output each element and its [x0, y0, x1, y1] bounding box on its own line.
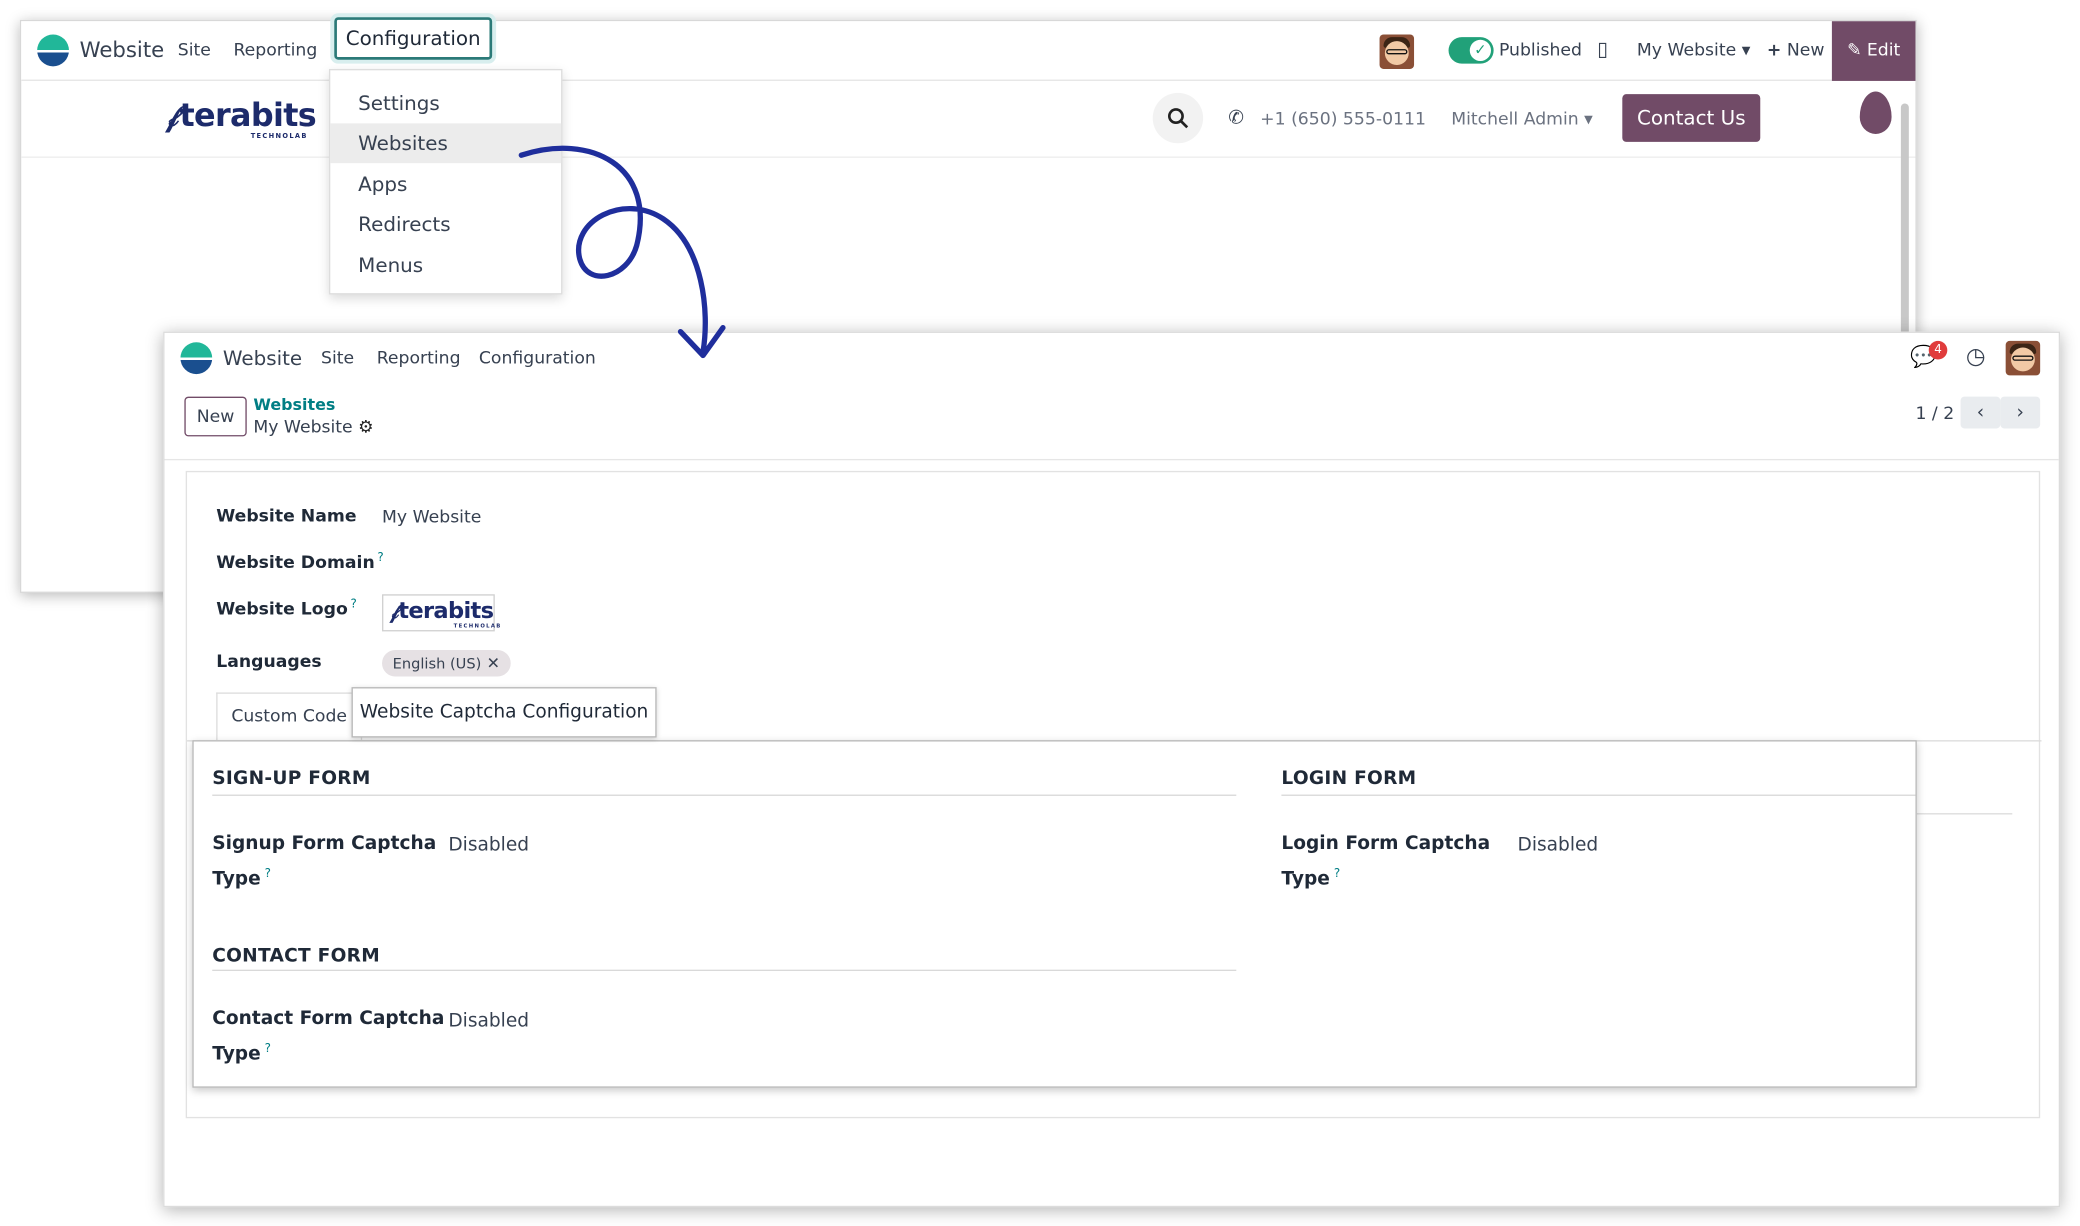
check-icon: ✓ [1469, 39, 1491, 62]
website-app-icon[interactable] [180, 342, 213, 375]
phone-number[interactable]: +1 (650) 555-0111 [1260, 110, 1426, 130]
login-captcha-label: Login Form Captcha Type? [1281, 833, 1491, 890]
help-tooltip-icon[interactable]: ? [377, 552, 383, 565]
theme-drop-icon[interactable] [1859, 91, 1892, 134]
user-menu[interactable]: Mitchell Admin ▾ [1451, 110, 1593, 130]
website-selector[interactable]: My Website ▾ [1637, 41, 1750, 61]
website-logo-field[interactable]: 𝒻terabits TECHNOLAB [382, 594, 502, 632]
help-tooltip-icon[interactable]: ? [350, 598, 356, 611]
app-brand[interactable]: Website [223, 346, 302, 370]
phone-icon: ✆ [1228, 107, 1244, 129]
top-navbar: Website Site Reporting ✓ Published ▯ My … [21, 21, 1916, 81]
login-form-section-title: LOGIN FORM [1281, 768, 1417, 790]
tab-website-captcha-configuration[interactable]: Website Captcha Configuration [351, 687, 657, 738]
menu-item-settings[interactable]: Settings [330, 84, 561, 124]
captcha-configuration-panel: SIGN-UP FORM Signup Form Captcha Type? D… [192, 740, 1917, 1088]
search-icon [1167, 108, 1189, 129]
divider [212, 794, 1237, 796]
contact-form-section-title: CONTACT FORM [212, 945, 381, 968]
language-tag[interactable]: English (US) ✕ [382, 649, 511, 677]
divider [1281, 794, 1916, 796]
terabits-logo: 𝒻terabits TECHNOLAB [389, 598, 502, 629]
chevron-left-icon: ‹ [1976, 401, 1985, 424]
user-avatar[interactable] [1379, 34, 1415, 69]
breadcrumb-websites[interactable]: Websites [253, 395, 335, 414]
mobile-preview-icon[interactable]: ▯ [1597, 37, 1608, 61]
plus-icon: + [1766, 41, 1782, 62]
screenshot-stage: Website Site Reporting ✓ Published ▯ My … [0, 0, 2080, 1223]
menu-configuration[interactable]: Configuration [334, 17, 493, 60]
help-tooltip-icon[interactable]: ? [1334, 868, 1340, 881]
terabits-logo[interactable]: 𝒻terabits TECHNOLAB [166, 97, 317, 141]
user-avatar[interactable] [2005, 340, 2041, 376]
signup-captcha-label: Signup Form Captcha Type? [212, 833, 437, 890]
help-tooltip-icon[interactable]: ? [265, 1043, 271, 1056]
published-toggle[interactable]: ✓ [1448, 37, 1494, 64]
menu-site[interactable]: Site [178, 41, 211, 61]
pager-previous-button[interactable]: ‹ [1960, 396, 2001, 429]
website-name-field[interactable]: My Website [382, 508, 481, 528]
chevron-right-icon: › [2016, 401, 2024, 424]
new-content-button[interactable]: + New [1767, 41, 1825, 61]
signup-captcha-select[interactable]: Disabled [448, 834, 529, 855]
website-logo-label: Website Logo? [216, 598, 357, 620]
divider [212, 969, 1237, 971]
control-panel: New Websites My Website ⚙ 1 / 2 ‹ › [164, 383, 2059, 461]
close-icon[interactable]: ✕ [487, 654, 500, 673]
activity-clock-icon[interactable]: ◷ [1966, 344, 1986, 371]
signup-form-section-title: SIGN-UP FORM [212, 768, 371, 790]
website-app-icon[interactable] [37, 34, 69, 67]
contact-captcha-select[interactable]: Disabled [448, 1011, 529, 1032]
contact-us-button[interactable]: Contact Us [1622, 94, 1761, 142]
edit-button[interactable]: ✎ Edit [1831, 21, 1916, 81]
search-button[interactable] [1152, 92, 1204, 144]
new-record-button[interactable]: New [184, 396, 247, 437]
pager-next-button[interactable]: › [2000, 396, 2041, 429]
menu-reporting[interactable]: Reporting [233, 41, 317, 61]
scrollbar[interactable] [1900, 103, 1909, 343]
website-domain-label: Website Domain? [216, 551, 384, 574]
chat-badge: 4 [1928, 340, 1948, 360]
form-navbar: Website Site Reporting Configuration 💬 4… [164, 333, 2058, 383]
pencil-icon: ✎ [1847, 41, 1862, 62]
menu-site[interactable]: Site [321, 349, 354, 369]
site-header: 𝒻terabits TECHNOLAB ✆ +1 (650) 555-0111 … [21, 81, 1916, 158]
gear-icon[interactable]: ⚙ [358, 418, 373, 438]
website-name-label: Website Name [216, 506, 357, 527]
breadcrumb-current: My Website ⚙ [253, 417, 374, 438]
tab-custom-code[interactable]: Custom Code [216, 692, 363, 741]
pager-value[interactable]: 1 / 2 [1915, 405, 1954, 425]
published-label: Published [1498, 41, 1582, 62]
app-brand[interactable]: Website [80, 37, 165, 62]
contact-captcha-label: Contact Form Captcha Type? [212, 1008, 445, 1065]
login-captcha-select[interactable]: Disabled [1518, 834, 1599, 855]
help-tooltip-icon[interactable]: ? [265, 868, 271, 881]
menu-reporting[interactable]: Reporting [377, 349, 461, 369]
languages-label: Languages [216, 652, 322, 673]
annotation-arrow-icon [518, 145, 726, 359]
